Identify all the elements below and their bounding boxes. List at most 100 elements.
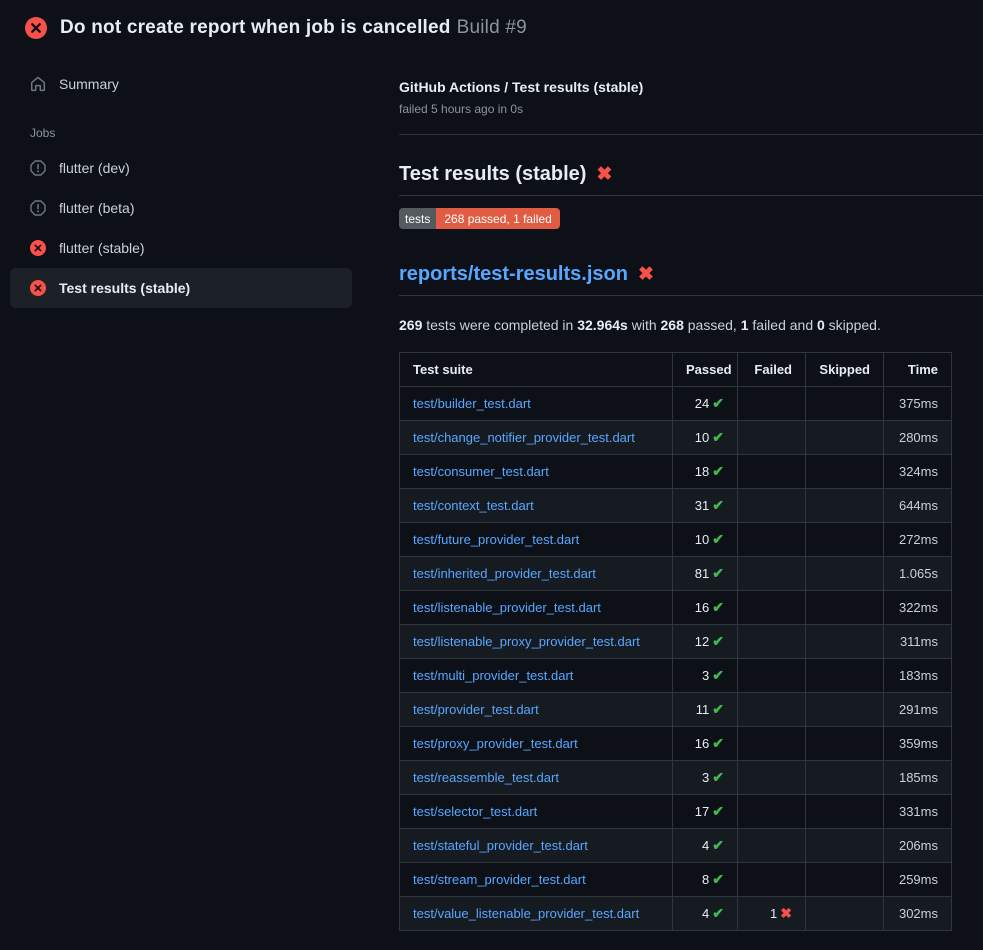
test-suite-link[interactable]: test/future_provider_test.dart <box>413 532 579 547</box>
test-suite-link[interactable]: test/multi_provider_test.dart <box>413 668 573 683</box>
passed-cell-count: 17 <box>695 804 709 819</box>
sidebar-item-flutter-stable[interactable]: flutter (stable) <box>10 228 352 268</box>
build-number: Build #9 <box>457 17 527 38</box>
check-icon: ✔ <box>712 905 724 921</box>
passed-cell-count: 11 <box>696 702 710 717</box>
x-icon: ✖ <box>780 905 792 921</box>
passed-cell-count: 4 <box>702 906 709 921</box>
passed-cell-count: 12 <box>695 634 709 649</box>
sidebar-item-flutter-beta[interactable]: flutter (beta) <box>10 188 352 228</box>
summary-line: 269 tests were completed in 32.964s with… <box>399 317 983 333</box>
passed-cell: 16✔ <box>673 727 738 761</box>
results-table-body: test/builder_test.dart24✔375mstest/chang… <box>400 387 952 931</box>
test-suite-link[interactable]: test/change_notifier_provider_test.dart <box>413 430 635 445</box>
test-suite-link[interactable]: test/selector_test.dart <box>413 804 537 819</box>
passed-cell: 17✔ <box>673 795 738 829</box>
test-suite-link[interactable]: test/listenable_proxy_provider_test.dart <box>413 634 640 649</box>
skipped-cell <box>806 489 884 523</box>
table-header-row: Test suite Passed Failed Skipped Time <box>400 353 952 387</box>
table-row: test/listenable_provider_test.dart16✔322… <box>400 591 952 625</box>
passed-cell: 18✔ <box>673 455 738 489</box>
skipped-cell <box>806 863 884 897</box>
time-cell: 206ms <box>884 829 952 863</box>
sidebar-item-label: flutter (dev) <box>59 160 130 176</box>
test-suite-link[interactable]: test/inherited_provider_test.dart <box>413 566 596 581</box>
sidebar-item-flutter-dev[interactable]: flutter (dev) <box>10 148 352 188</box>
time-cell: 359ms <box>884 727 952 761</box>
test-suite-link[interactable]: test/value_listenable_provider_test.dart <box>413 906 639 921</box>
test-suite-link[interactable]: test/stateful_provider_test.dart <box>413 838 588 853</box>
time-cell: 1.065s <box>884 557 952 591</box>
table-row: test/provider_test.dart11✔291ms <box>400 693 952 727</box>
check-icon: ✔ <box>712 395 724 411</box>
time-cell: 185ms <box>884 761 952 795</box>
table-row: test/value_listenable_provider_test.dart… <box>400 897 952 931</box>
passed-cell: 3✔ <box>673 659 738 693</box>
jobs-section-label: Jobs <box>30 126 352 140</box>
failed-cell <box>738 659 806 693</box>
time-cell: 259ms <box>884 863 952 897</box>
table-row: test/change_notifier_provider_test.dart 1… <box>400 421 952 455</box>
skipped-cell <box>806 557 884 591</box>
col-header-passed: Passed <box>673 353 738 387</box>
passed-cell: 4✔ <box>673 897 738 931</box>
passed-cell: 24✔ <box>673 387 738 421</box>
passed-cell: 12✔ <box>673 625 738 659</box>
check-icon: ✔ <box>712 497 724 513</box>
test-suite-link[interactable]: test/reassemble_test.dart <box>413 770 559 785</box>
failed-cell <box>738 489 806 523</box>
skipped-cell <box>806 455 884 489</box>
failed-cell <box>738 455 806 489</box>
check-icon: ✔ <box>712 667 724 683</box>
badge-label: tests <box>399 208 436 229</box>
test-suite-link[interactable]: test/provider_test.dart <box>413 702 539 717</box>
test-suite-cell: test/proxy_provider_test.dart <box>400 727 673 761</box>
test-suite-cell: test/consumer_test.dart <box>400 455 673 489</box>
sidebar-item-summary[interactable]: Summary <box>10 64 352 104</box>
time-cell: 302ms <box>884 897 952 931</box>
failed-cell <box>738 863 806 897</box>
passed-cell: 4✔ <box>673 829 738 863</box>
check-icon: ✔ <box>712 735 724 751</box>
table-row: test/proxy_provider_test.dart 16✔ 359ms <box>400 727 952 761</box>
passed-cell-count: 4 <box>702 838 709 853</box>
divider <box>399 134 983 135</box>
summary-segment: 0 <box>817 317 825 333</box>
test-suite-link[interactable]: test/listenable_provider_test.dart <box>413 600 601 615</box>
skipped-cell <box>806 897 884 931</box>
summary-segment: 268 <box>661 317 684 333</box>
sidebar-item-test-results-stable[interactable]: Test results (stable) <box>10 268 352 308</box>
passed-cell-count: 10 <box>695 532 709 547</box>
run-meta: failed 5 hours ago in 0s <box>399 102 983 116</box>
time-cell: 272ms <box>884 523 952 557</box>
badge-value: 268 passed, 1 failed <box>436 208 559 229</box>
tests-status-badge: tests 268 passed, 1 failed <box>399 208 560 229</box>
time-cell: 311ms <box>884 625 952 659</box>
test-suite-cell: test/multi_provider_test.dart <box>400 659 673 693</box>
test-suite-cell: test/reassemble_test.dart <box>400 761 673 795</box>
skipped-cell <box>806 659 884 693</box>
skipped-cell <box>806 387 884 421</box>
time-cell: 322ms <box>884 591 952 625</box>
test-suite-link[interactable]: test/stream_provider_test.dart <box>413 872 586 887</box>
passed-cell-count: 16 <box>695 600 709 615</box>
check-icon: ✔ <box>712 463 724 479</box>
passed-cell-count: 24 <box>695 396 709 411</box>
table-row: test/multi_provider_test.dart3✔183ms <box>400 659 952 693</box>
jobs-list: flutter (dev) flutter (beta) flutter (stab… <box>10 148 352 308</box>
page-title: Do not create report when job is cancell… <box>60 17 527 39</box>
table-row: test/stateful_provider_test.dart 4✔ 206ms <box>400 829 952 863</box>
test-suite-link[interactable]: test/builder_test.dart <box>413 396 531 411</box>
passed-cell-count: 10 <box>695 430 709 445</box>
x-circle-icon <box>30 240 46 256</box>
test-suite-link[interactable]: test/context_test.dart <box>413 498 534 513</box>
table-row: test/future_provider_test.dart10✔272ms <box>400 523 952 557</box>
sidebar-item-label: Summary <box>59 76 119 92</box>
sidebar-item-label: flutter (beta) <box>59 200 134 216</box>
check-icon: ✔ <box>712 565 724 581</box>
test-suite-link[interactable]: test/proxy_provider_test.dart <box>413 736 578 751</box>
test-suite-cell: test/provider_test.dart <box>400 693 673 727</box>
passed-cell-count: 81 <box>695 566 709 581</box>
test-suite-link[interactable]: test/consumer_test.dart <box>413 464 549 479</box>
report-file-link[interactable]: reports/test-results.json ✖ <box>399 263 983 296</box>
